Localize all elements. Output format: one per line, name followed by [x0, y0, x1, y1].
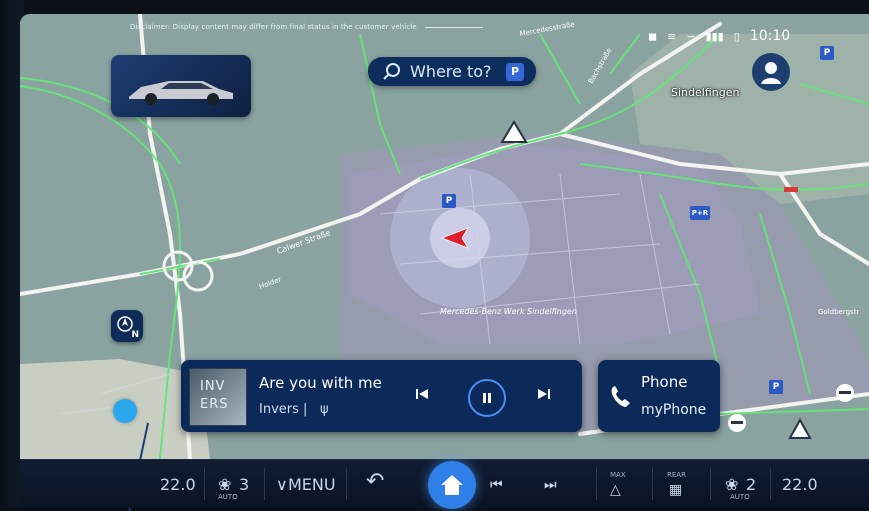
- fan-left-sub: AUTO: [218, 493, 238, 501]
- divider: [652, 468, 653, 500]
- disclaimer-divider: [425, 27, 483, 28]
- parking-button[interactable]: P: [506, 62, 524, 81]
- rear-defrost-button[interactable]: ▦: [669, 482, 682, 498]
- car-icon: [129, 81, 233, 105]
- disclaimer-text: Disclaimer: Display content may differ f…: [130, 23, 417, 31]
- sim-icon: ≡: [667, 29, 677, 43]
- media-card[interactable]: INV ERS Are you with me Invers | ψ: [181, 360, 582, 432]
- park-and-ride-marker[interactable]: P+R: [690, 206, 710, 220]
- home-button[interactable]: [428, 461, 476, 509]
- temp-left[interactable]: 22.0: [160, 475, 196, 494]
- back-button[interactable]: ↶: [366, 469, 384, 494]
- previous-button[interactable]: ⏮: [490, 477, 503, 493]
- previous-track-button[interactable]: [414, 385, 430, 403]
- fan-right-level[interactable]: 2: [746, 475, 756, 494]
- divider: [710, 468, 711, 500]
- parking-marker[interactable]: P: [769, 380, 783, 394]
- pause-button[interactable]: [468, 379, 506, 417]
- compass-button[interactable]: N: [111, 310, 143, 342]
- phone-device: myPhone: [641, 402, 707, 418]
- divider: [264, 468, 265, 500]
- next-button[interactable]: ⏭: [544, 477, 557, 493]
- menu-button[interactable]: MENU: [288, 475, 336, 494]
- fan-left-level[interactable]: 3: [239, 475, 249, 494]
- search-label[interactable]: Where to?: [410, 62, 492, 81]
- search-icon: [383, 62, 400, 80]
- clock: 10:10: [749, 28, 791, 44]
- thermometer-icon: ∨: [276, 475, 288, 494]
- phone-icon: [611, 386, 630, 407]
- divider: [204, 468, 205, 500]
- divider: [770, 468, 771, 500]
- svg-text:Mercedes-Benz Werk Sindelfinge: Mercedes-Benz Werk Sindelfingen: [440, 307, 577, 316]
- top-bezel: [0, 0, 869, 14]
- rear-defrost-label: REAR: [667, 471, 686, 479]
- user-icon: [761, 62, 781, 84]
- fan-left-icon[interactable]: ❀: [218, 475, 231, 494]
- vehicle-card[interactable]: [111, 55, 251, 117]
- compass-direction: N: [131, 330, 139, 340]
- album-text: INV: [200, 379, 226, 394]
- phone-title: Phone: [641, 373, 688, 391]
- track-artist: Invers |: [259, 402, 308, 417]
- profile-avatar[interactable]: [752, 53, 790, 91]
- city-label: Sindelfingen: [671, 86, 740, 99]
- next-track-button[interactable]: [536, 385, 552, 403]
- battery-icon: ▯: [733, 29, 740, 43]
- fan-right-sub: AUTO: [730, 493, 750, 501]
- track-title: Are you with me: [259, 374, 382, 392]
- svg-text:Goldbergstr: Goldbergstr: [818, 308, 859, 316]
- camera-icon: ◼: [648, 29, 658, 43]
- fan-right-icon[interactable]: ❀: [725, 475, 738, 494]
- home-icon: [441, 475, 463, 495]
- parking-marker[interactable]: P: [820, 46, 834, 60]
- front-defrost-button[interactable]: △: [610, 482, 621, 498]
- search-bar[interactable]: Where to? P: [368, 57, 536, 86]
- signal-icon: ▮▮▮: [705, 29, 724, 43]
- divider: [596, 468, 597, 500]
- phone-card[interactable]: Phone myPhone: [598, 360, 720, 432]
- status-bar: ◼ ≡ ∽ ▮▮▮ ▯ 10:10: [648, 28, 790, 44]
- satellite-icon: ∽: [686, 29, 696, 43]
- callout-dot: [113, 399, 137, 423]
- max-defrost-label: MAX: [610, 471, 626, 479]
- divider: [346, 468, 347, 500]
- parking-marker[interactable]: P: [442, 194, 456, 208]
- album-text: ERS: [200, 397, 229, 412]
- usb-icon: ψ: [320, 402, 329, 417]
- album-art: INV ERS: [189, 368, 247, 426]
- pause-icon: [483, 393, 491, 403]
- temp-right[interactable]: 22.0: [782, 475, 818, 494]
